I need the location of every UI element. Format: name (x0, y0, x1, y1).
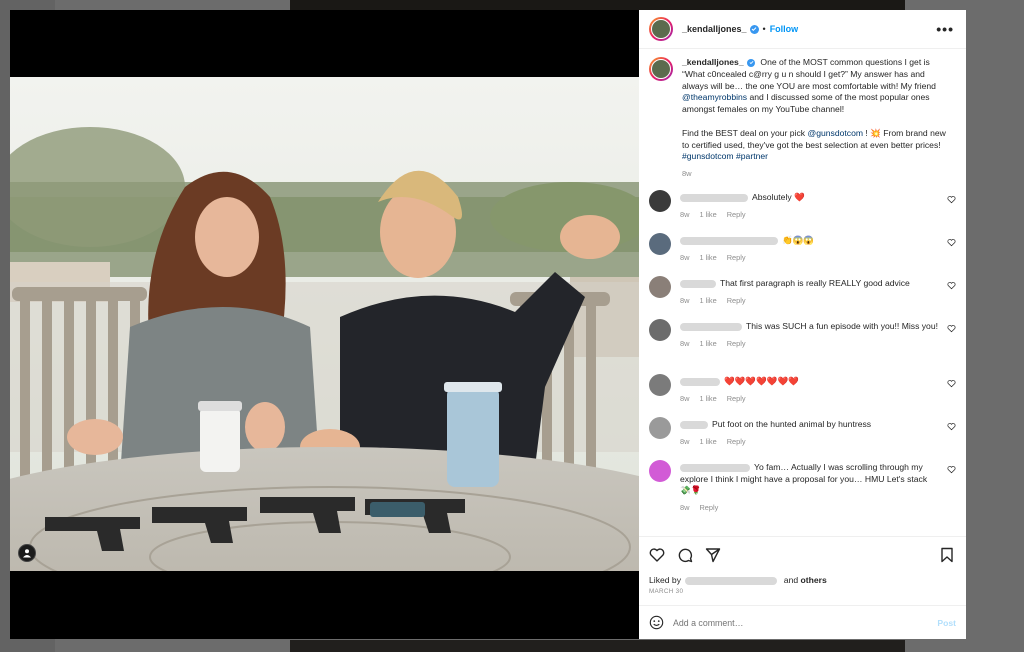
comment-time[interactable]: 8w (680, 503, 689, 512)
comment: Yo fam… Actually I was scrolling through… (649, 460, 956, 522)
verified-badge-icon (749, 24, 759, 34)
separator-dot: • (762, 24, 766, 34)
like-comment-icon[interactable] (947, 422, 956, 431)
comment-bubble-icon[interactable] (677, 547, 693, 563)
commenter-avatar[interactable] (649, 276, 671, 299)
commenter-username[interactable] (680, 463, 750, 472)
post-media[interactable] (10, 10, 639, 639)
comment-text: 👏😱😱 (782, 235, 815, 246)
hashtag-link[interactable]: #partner (736, 151, 768, 161)
add-comment-bar: Post (639, 605, 966, 639)
liked-by-and: and (783, 575, 799, 585)
mention-link[interactable]: @theamyrobbins (682, 92, 747, 102)
comment: Put foot on the hunted animal by huntres… (649, 417, 956, 462)
caption-part: Find the BEST deal on your pick (682, 127, 808, 138)
comment-text: That first paragraph is really REALLY go… (720, 278, 910, 289)
like-heart-icon[interactable] (649, 547, 665, 563)
commenter-username[interactable] (680, 236, 778, 245)
share-send-icon[interactable] (705, 547, 721, 563)
commenter-username[interactable] (680, 420, 708, 429)
reply-button[interactable]: Reply (727, 394, 746, 403)
commenter-avatar[interactable] (649, 460, 671, 483)
comment-likes[interactable]: 1 like (699, 253, 716, 262)
mention-link[interactable]: @gunsdotcom (807, 128, 863, 138)
comment-text: ❤️❤️❤️❤️❤️❤️❤️ (724, 376, 799, 387)
author-username[interactable]: _kendalljones_ (682, 24, 747, 34)
post-date[interactable]: MARCH 30 (639, 585, 966, 605)
reply-button[interactable]: Reply (699, 503, 718, 512)
comments-list: Absolutely ❤️ 8w 1 like Reply 👏😱😱 8w 1 like… (649, 190, 956, 522)
comment: Absolutely ❤️ 8w 1 like Reply (649, 190, 956, 235)
like-comment-icon[interactable] (947, 379, 956, 388)
liked-by-line: Liked by and others (639, 572, 966, 585)
save-bookmark-icon[interactable] (939, 547, 955, 563)
comment: 👏😱😱 8w 1 like Reply (649, 233, 956, 278)
comment: That first paragraph is really REALLY go… (649, 276, 956, 321)
comment-text: Absolutely ❤️ (752, 192, 805, 203)
post-side-panel: _kendalljones_ • Follow ••• _kendalljone… (639, 10, 966, 639)
caption-author-avatar[interactable] (649, 57, 673, 81)
commenter-avatar[interactable] (649, 190, 671, 213)
comment: This was SUCH a fun episode with you!! M… (649, 319, 956, 376)
reply-button[interactable]: Reply (727, 253, 746, 262)
like-comment-icon[interactable] (947, 324, 956, 333)
reply-button[interactable]: Reply (727, 437, 746, 446)
more-options-icon[interactable]: ••• (936, 21, 954, 37)
post-header: _kendalljones_ • Follow ••• (639, 10, 966, 49)
comment-text: Put foot on the hunted animal by huntres… (712, 419, 872, 430)
reply-button[interactable]: Reply (727, 339, 746, 348)
comment-likes[interactable]: 1 like (699, 339, 716, 348)
like-comment-icon[interactable] (947, 465, 956, 474)
comment-time[interactable]: 8w (680, 210, 689, 219)
emoji-smiley-icon[interactable] (649, 615, 664, 630)
commenter-avatar[interactable] (649, 417, 671, 440)
comments-scroll-area[interactable]: _kendalljones_ One of the MOST common qu… (639, 49, 966, 536)
commenter-username[interactable] (680, 193, 748, 202)
hashtag-link[interactable]: #gunsdotcom (682, 151, 734, 161)
comment-likes[interactable]: 1 like (699, 437, 716, 446)
like-comment-icon[interactable] (947, 281, 956, 290)
comment-text: This was SUCH a fun episode with you!! M… (746, 321, 939, 332)
caption-text: _kendalljones_ One of the MOST common qu… (682, 57, 952, 163)
comment-time[interactable]: 8w (680, 296, 689, 305)
commenter-username[interactable] (680, 279, 716, 288)
comment-time[interactable]: 8w (680, 339, 689, 348)
follow-button[interactable]: Follow (770, 24, 799, 34)
commenter-avatar[interactable] (649, 233, 671, 256)
comment-time[interactable]: 8w (680, 394, 689, 403)
reply-button[interactable]: Reply (727, 296, 746, 305)
comment-time[interactable]: 8w (680, 437, 689, 446)
commenter-username[interactable] (680, 377, 720, 386)
comment-time[interactable]: 8w (680, 253, 689, 262)
comment: ❤️❤️❤️❤️❤️❤️❤️ 8w 1 like Reply (649, 374, 956, 419)
commenter-avatar[interactable] (649, 319, 671, 342)
post-actions-bar (639, 536, 966, 572)
comment-likes[interactable]: 1 like (699, 296, 716, 305)
photo-illustration (10, 77, 639, 571)
verified-badge-icon (747, 58, 756, 67)
reply-button[interactable]: Reply (727, 210, 746, 219)
caption: _kendalljones_ One of the MOST common qu… (649, 57, 956, 178)
liked-by-username[interactable] (685, 576, 778, 585)
post-comment-button[interactable]: Post (937, 618, 956, 628)
like-comment-icon[interactable] (947, 238, 956, 247)
others-link[interactable]: others (801, 575, 827, 585)
comment-likes[interactable]: 1 like (699, 210, 716, 219)
author-avatar[interactable] (649, 17, 673, 41)
commenter-username[interactable] (680, 322, 742, 331)
like-comment-icon[interactable] (947, 195, 956, 204)
liked-by-prefix: Liked by (649, 575, 682, 585)
post-photo (10, 77, 639, 571)
tagged-users-icon[interactable] (18, 544, 36, 562)
add-comment-input[interactable] (673, 617, 929, 628)
caption-username[interactable]: _kendalljones_ (682, 57, 744, 67)
commenter-avatar[interactable] (649, 374, 671, 397)
caption-time[interactable]: 8w (682, 169, 952, 178)
comment-likes[interactable]: 1 like (699, 394, 716, 403)
